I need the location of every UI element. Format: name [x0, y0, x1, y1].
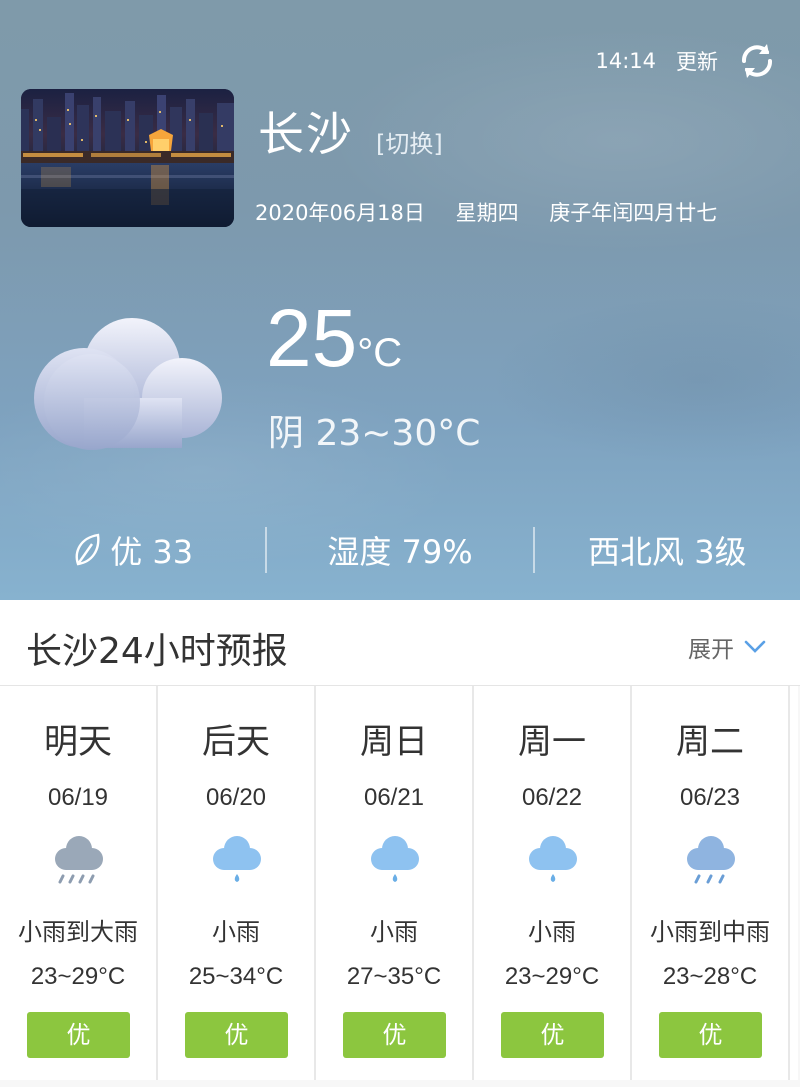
weekday: 星期四 [455, 201, 519, 225]
aqi-badge: 优 [659, 1012, 762, 1058]
forecast-day-label: 周日 [360, 722, 428, 762]
forecast-date: 06/19 [47, 784, 109, 811]
forecast-temp: 25~34°C [188, 963, 284, 990]
solar-date: 2020年06月18日 [255, 201, 425, 225]
cloud-icon [34, 318, 222, 450]
update-time: 14:14 [595, 49, 656, 73]
forecast-date: 06/20 [205, 784, 267, 811]
expand-button[interactable]: 展开 [688, 630, 766, 664]
forecast-condition: 小雨到中雨 [650, 918, 770, 946]
forecast-date: 06/21 [363, 784, 425, 811]
date-line: 2020年06月18日 星期四 庚子年闰四月廿七 [255, 197, 741, 227]
forecast-day-label: 后天 [202, 722, 270, 762]
forecast-title: 长沙24小时预报 [26, 631, 288, 672]
forecast-condition: 小雨 [370, 918, 418, 946]
aqi-badge: 优 [185, 1012, 288, 1058]
switch-city-link[interactable]: [切换] [376, 124, 443, 159]
forecast-day-label: 周一 [518, 722, 586, 762]
light-rain-icon [213, 836, 261, 882]
next-card-edge [790, 686, 798, 1080]
aqi-value: 优 33 [110, 533, 194, 571]
light-rain-icon [529, 836, 577, 882]
condition-range: 阴 23~30°C [268, 413, 481, 454]
wind-stat: 西北风 3级 [535, 525, 800, 575]
forecast-temp: 23~29°C [504, 963, 600, 990]
forecast-date: 06/22 [521, 784, 583, 811]
aqi-badge: 优 [343, 1012, 446, 1058]
weather-hero: 14:14 更新 长沙 [切换] 2020年06月18日 星期四 庚子年闰四月廿… [0, 0, 800, 600]
forecast-day-card[interactable]: 明天 06/19 小雨到大雨 23~29°C 优 [0, 686, 158, 1080]
forecast-temp: 23~28°C [662, 963, 758, 990]
heavy-rain-icon [55, 836, 103, 884]
city-photo [21, 89, 234, 227]
light-rain-icon [371, 836, 419, 882]
forecast-day-label: 周二 [676, 722, 744, 762]
chevron-down-icon [744, 640, 766, 653]
update-button[interactable]: 更新 [676, 46, 718, 76]
forecast-header: 长沙24小时预报 展开 [0, 600, 800, 686]
moderate-rain-icon [687, 836, 735, 884]
forecast-day-card[interactable]: 周日 06/21 小雨 27~35°C 优 [316, 686, 474, 1080]
expand-label: 展开 [688, 637, 734, 663]
forecast-condition: 小雨到大雨 [18, 918, 138, 946]
update-bar: 14:14 更新 [595, 40, 778, 82]
stats-row: 优 33 湿度 79% 西北风 3级 [0, 525, 800, 575]
city-name: 长沙 [258, 107, 354, 161]
humidity-stat: 湿度 79% [267, 525, 532, 575]
refresh-icon[interactable] [736, 40, 778, 82]
wind-value: 西北风 3级 [588, 533, 747, 571]
forecast-temp: 27~35°C [346, 963, 442, 990]
forecast-date: 06/23 [679, 784, 741, 811]
forecast-day-card[interactable]: 周二 06/23 小雨到中雨 23~28°C 优 [632, 686, 790, 1080]
humidity-value: 湿度 79% [327, 533, 473, 571]
forecast-day-label: 明天 [44, 722, 112, 762]
forecast-condition: 小雨 [212, 918, 260, 946]
temp-value: 25 [266, 293, 358, 384]
aqi-badge: 优 [501, 1012, 604, 1058]
forecast-day-card[interactable]: 后天 06/20 小雨 25~34°C 优 [158, 686, 316, 1080]
aqi-badge: 优 [27, 1012, 130, 1058]
forecast-temp: 23~29°C [30, 963, 126, 990]
aqi-stat[interactable]: 优 33 [0, 525, 265, 575]
forecast-grid: 明天 06/19 小雨到大雨 23~29°C 优 后天 06/20 小雨 25~… [0, 686, 800, 1087]
leaf-icon [75, 533, 100, 566]
current-temperature: 25°C [266, 298, 402, 380]
lunar-date: 庚子年闰四月廿七 [549, 201, 718, 225]
temp-unit: °C [357, 331, 403, 375]
forecast-day-card[interactable]: 周一 06/22 小雨 23~29°C 优 [474, 686, 632, 1080]
forecast-condition: 小雨 [528, 918, 576, 946]
